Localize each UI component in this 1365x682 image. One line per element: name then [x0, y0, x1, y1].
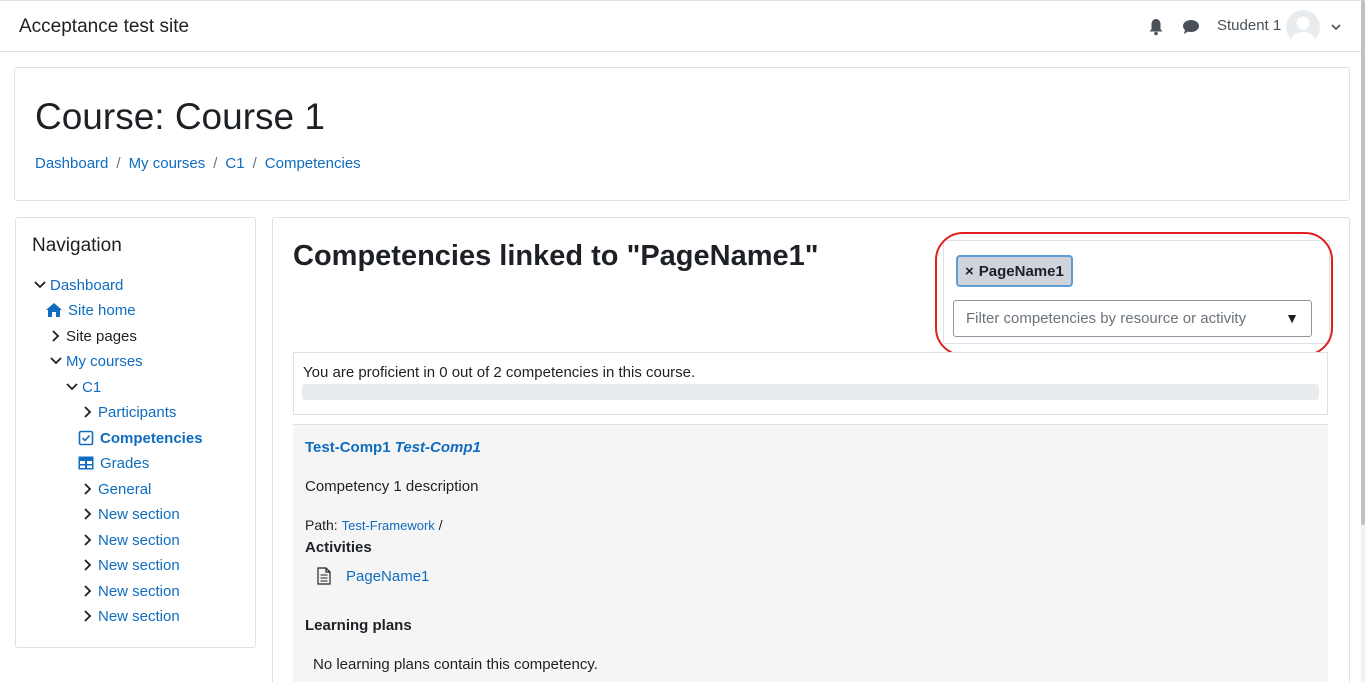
nav-item-general[interactable]: General: [81, 478, 151, 500]
path-separator: /: [438, 517, 443, 533]
scrollbar-thumb[interactable]: [1361, 0, 1365, 525]
site-name[interactable]: Acceptance test site: [19, 16, 189, 38]
competency-idnumber[interactable]: Test-Comp1: [395, 439, 481, 456]
nav-item-dashboard[interactable]: Dashboard: [33, 274, 123, 296]
nav-item-new-section[interactable]: New section: [81, 529, 180, 551]
activity-link[interactable]: PageName1: [346, 568, 429, 585]
top-navbar: Acceptance test site Student 1: [0, 0, 1365, 52]
scrollbar[interactable]: [1361, 0, 1365, 682]
nav-item-label[interactable]: New section: [98, 506, 180, 523]
no-plans-message: No learning plans contain this competenc…: [313, 656, 598, 673]
framework-link[interactable]: Test-Framework: [342, 518, 435, 533]
competency-path: Path: Test-Framework /: [305, 517, 443, 533]
nav-item-site-pages[interactable]: Site pages: [49, 325, 137, 347]
nav-item-new-section[interactable]: New section: [81, 503, 180, 525]
competency-title[interactable]: Test-Comp1 Test-Comp1: [305, 439, 481, 456]
nav-item-grades[interactable]: Grades: [78, 452, 149, 474]
chevron-down-icon: [50, 357, 62, 365]
nav-item-label[interactable]: Participants: [98, 404, 176, 421]
progress-bar: [302, 384, 1319, 400]
progress-box: You are proficient in 0 out of 2 compete…: [293, 352, 1328, 415]
nav-item-label[interactable]: Dashboard: [50, 277, 123, 294]
page-icon: [317, 567, 331, 585]
chevron-right-icon: [84, 406, 92, 418]
page-header: Course: Course 1 Dashboard / My courses …: [14, 67, 1350, 201]
nav-item-new-section[interactable]: New section: [81, 605, 180, 627]
user-name[interactable]: Student 1: [1217, 17, 1281, 34]
path-label: Path:: [305, 517, 338, 533]
nav-item-label[interactable]: New section: [98, 557, 180, 574]
navigation-block: Navigation Dashboard Site home Site page…: [15, 217, 256, 648]
checkbox-icon: [78, 430, 94, 446]
nav-item-label[interactable]: My courses: [66, 353, 143, 370]
chevron-down-icon: [66, 383, 78, 391]
nav-item-label: Site pages: [66, 327, 137, 345]
breadcrumb-separator: /: [213, 155, 218, 172]
chevron-right-icon: [84, 508, 92, 520]
bell-icon[interactable]: [1148, 18, 1164, 36]
breadcrumb-separator: /: [252, 155, 257, 172]
chevron-right-icon: [84, 585, 92, 597]
nav-item-label[interactable]: New section: [98, 532, 180, 549]
chevron-down-icon[interactable]: [1330, 21, 1342, 33]
chevron-right-icon: [84, 610, 92, 622]
nav-item-new-section[interactable]: New section: [81, 554, 180, 576]
nav-item-site-home[interactable]: Site home: [45, 299, 136, 321]
breadcrumb-my-courses[interactable]: My courses: [129, 155, 206, 172]
chevron-right-icon: [52, 330, 60, 342]
competency-panel: Test-Comp1 Test-Comp1 Competency 1 descr…: [293, 424, 1328, 682]
nav-item-label[interactable]: New section: [98, 608, 180, 625]
nav-item-competencies[interactable]: Competencies: [78, 427, 203, 449]
progress-text: You are proficient in 0 out of 2 compete…: [303, 364, 696, 381]
competency-description: Competency 1 description: [305, 478, 479, 495]
competency-shortname[interactable]: Test-Comp1: [305, 439, 391, 456]
page-title: Course: Course 1: [35, 96, 325, 137]
learning-plans-heading: Learning plans: [305, 617, 412, 634]
nav-item-label[interactable]: Grades: [100, 455, 149, 472]
avatar[interactable]: [1286, 10, 1320, 44]
chevron-right-icon: [84, 534, 92, 546]
table-icon: [78, 456, 94, 470]
breadcrumb: Dashboard / My courses / C1 / Competenci…: [35, 155, 361, 172]
nav-item-participants[interactable]: Participants: [81, 401, 176, 423]
nav-item-my-courses[interactable]: My courses: [49, 350, 143, 372]
nav-item-label[interactable]: General: [98, 481, 151, 498]
chat-icon[interactable]: [1182, 18, 1200, 36]
activities-heading: Activities: [305, 539, 372, 556]
nav-item-label[interactable]: C1: [82, 379, 101, 396]
nav-item-c1[interactable]: C1: [65, 376, 101, 398]
breadcrumb-c1[interactable]: C1: [225, 155, 244, 172]
chevron-down-icon: [34, 281, 46, 289]
breadcrumb-competencies[interactable]: Competencies: [265, 155, 361, 172]
breadcrumb-dashboard[interactable]: Dashboard: [35, 155, 108, 172]
nav-item-label[interactable]: New section: [98, 583, 180, 600]
navigation-title: Navigation: [32, 235, 122, 256]
nav-item-label[interactable]: Site home: [68, 302, 136, 319]
main-heading: Competencies linked to "PageName1": [293, 240, 819, 272]
nav-item-label[interactable]: Competencies: [100, 430, 203, 447]
breadcrumb-separator: /: [116, 155, 121, 172]
nav-item-new-section[interactable]: New section: [81, 580, 180, 602]
chevron-right-icon: [84, 483, 92, 495]
chevron-right-icon: [84, 559, 92, 571]
user-icon: [1291, 16, 1315, 44]
main-region: Competencies linked to "PageName1" × Pag…: [272, 217, 1350, 682]
highlight-annotation: [935, 232, 1333, 356]
activity-item[interactable]: PageName1: [317, 567, 429, 585]
home-icon: [46, 303, 62, 317]
